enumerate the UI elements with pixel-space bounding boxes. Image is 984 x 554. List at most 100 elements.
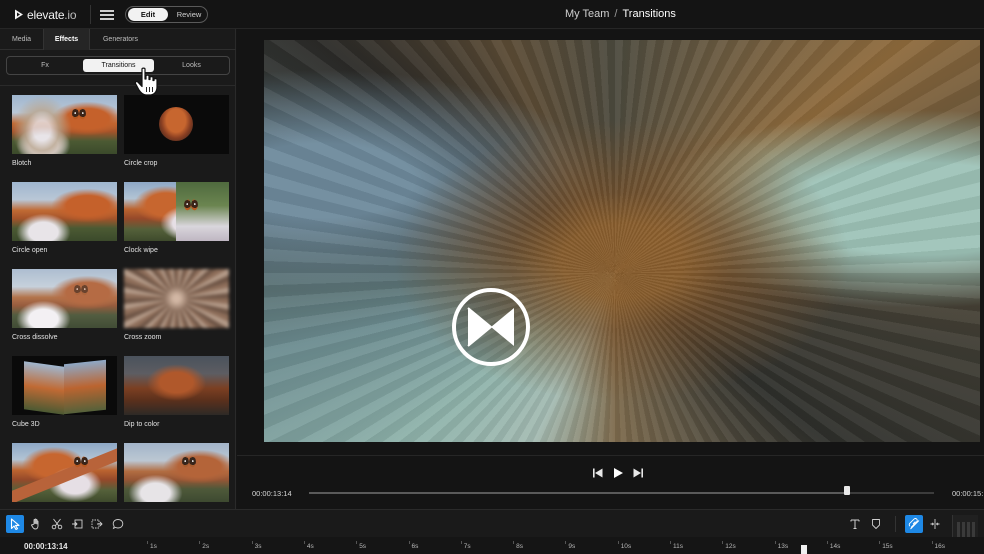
edit-mode-button[interactable]: Edit	[128, 8, 168, 21]
comment-icon	[112, 519, 124, 530]
ruler-tick-label: 6s	[408, 541, 419, 550]
transition-tile-cross-zoom[interactable]: Cross zoom	[124, 269, 229, 341]
transition-tile[interactable]	[12, 443, 117, 508]
transition-thumbnail	[124, 182, 229, 241]
text-tool-button[interactable]	[846, 515, 864, 533]
ruler-tick-label: 3s	[251, 541, 262, 550]
subtab-fx[interactable]: Fx	[9, 59, 81, 72]
hand-tool-button[interactable]	[27, 515, 45, 533]
timeline-playhead[interactable]	[801, 545, 807, 554]
play-icon[interactable]	[612, 467, 624, 479]
ruler-tick-label: 4s	[303, 541, 314, 550]
transition-label: Circle open	[12, 247, 48, 254]
logo-mark-icon	[15, 9, 23, 20]
transition-drop-target[interactable]	[452, 288, 530, 366]
tab-media[interactable]: Media	[0, 29, 43, 50]
timeline-ruler[interactable]: 00:00:13:14 1s 2s 3s 4s 5s 6s 7s 8s 9s 10s 11s 12s 1…	[0, 537, 984, 554]
transition-thumbnail	[12, 356, 117, 415]
magnet-icon	[908, 518, 920, 530]
breadcrumb-current-page: Transitions	[622, 8, 676, 20]
pointer-hand-cursor-icon	[134, 67, 158, 96]
current-timecode: 00:00:13:14	[252, 489, 292, 498]
trim-in-icon	[72, 519, 83, 529]
transition-label: Circle crop	[124, 160, 158, 167]
ruler-tick-label: 1s	[147, 541, 157, 550]
transition-thumbnail	[12, 95, 117, 154]
ruler-tick-label: 13s	[774, 541, 789, 550]
select-icon	[10, 518, 20, 530]
effect-category-tabs: Fx Transitions Looks	[6, 56, 230, 75]
divider	[90, 5, 91, 24]
snapping-toggle[interactable]	[905, 515, 923, 533]
timeline-toolbar	[0, 509, 984, 537]
review-mode-button[interactable]: Review	[171, 8, 207, 21]
transitions-grid: Blotch Circle crop Circle open Clock wip…	[0, 85, 236, 509]
ruler-tick-label: 16s	[931, 541, 945, 550]
transition-bowtie-icon	[467, 307, 514, 347]
top-bar: elevate.io Edit Review My Team / Transitio…	[0, 0, 984, 29]
breadcrumb: My Team / Transitions	[565, 8, 676, 20]
timeline-timecode: 00:00:13:14	[24, 542, 68, 551]
ruler-tick-label: 12s	[722, 541, 736, 550]
transition-tile-circle-crop[interactable]: Circle crop	[124, 95, 229, 167]
transition-tile-cube-3d[interactable]: Cube 3D	[12, 356, 117, 428]
ruler-tick-label: 8s	[513, 541, 523, 550]
transition-thumbnail	[124, 95, 229, 154]
transition-tile-circle-open[interactable]: Circle open	[12, 182, 117, 254]
skip-back-icon[interactable]	[592, 467, 604, 479]
video-viewer[interactable]	[264, 40, 980, 442]
marker-icon	[872, 519, 880, 529]
cut-icon	[51, 518, 63, 530]
subtab-looks[interactable]: Looks	[156, 59, 227, 72]
mode-toggle: Edit Review	[125, 6, 208, 23]
tab-effects[interactable]: Effects	[43, 29, 90, 50]
ruler-tick-label: 15s	[879, 541, 893, 550]
skip-forward-icon[interactable]	[632, 467, 644, 479]
logo-wordmark: elevate.io	[27, 7, 77, 22]
transition-thumbnail	[12, 182, 117, 241]
breadcrumb-separator: /	[614, 8, 618, 20]
transition-thumbnail	[12, 269, 117, 328]
transition-label: Cube 3D	[12, 421, 40, 428]
ruler-tick-label: 2s	[199, 541, 210, 550]
hamburger-menu-icon[interactable]	[100, 8, 114, 20]
transition-label: Blotch	[12, 160, 32, 167]
trim-out-icon	[91, 519, 103, 529]
preview-area	[237, 29, 984, 455]
transition-thumbnail	[124, 356, 229, 415]
transition-tile-cross-dissolve[interactable]: Cross dissolve	[12, 269, 117, 341]
duration-timecode: 00:00:15:	[952, 489, 984, 498]
ruler-tick-label: 7s	[460, 541, 471, 550]
playback-controls: 00:00:13:14 00:00:15:	[237, 455, 984, 509]
trim-out-tool-button[interactable]	[88, 515, 106, 533]
transition-thumbnail	[12, 443, 117, 502]
trim-in-tool-button[interactable]	[68, 515, 86, 533]
transition-tile-blotch[interactable]: Blotch	[12, 95, 117, 167]
hand-icon	[31, 518, 39, 530]
comment-tool-button[interactable]	[109, 515, 127, 533]
ruler-tick-label: 14s	[826, 541, 841, 550]
ruler-tick-label: 11s	[670, 541, 683, 550]
scrubber-track[interactable]	[309, 486, 934, 495]
ruler-tick-label: 9s	[565, 541, 576, 550]
transition-label: Dip to color	[124, 421, 160, 428]
text-icon	[850, 519, 860, 529]
tab-generators[interactable]: Generators	[90, 29, 151, 50]
scrubber-progress	[309, 492, 847, 494]
marker-tool-button[interactable]	[867, 515, 885, 533]
transition-tile-dip-to-color[interactable]: Dip to color	[124, 356, 229, 428]
app-logo[interactable]: elevate.io	[14, 7, 77, 22]
scrubber-handle[interactable]	[843, 486, 850, 495]
transition-tile[interactable]	[124, 443, 229, 508]
select-tool-button[interactable]	[6, 515, 24, 533]
transition-thumbnail	[124, 269, 229, 328]
transition-label: Cross zoom	[124, 334, 162, 341]
transition-tile-clock-wipe[interactable]: Clock wipe	[124, 182, 229, 254]
split-icon	[930, 519, 940, 529]
cut-tool-button[interactable]	[48, 515, 66, 533]
breadcrumb-team-link[interactable]: My Team	[565, 8, 609, 20]
transition-label: Clock wipe	[124, 247, 158, 254]
transition-thumbnail	[124, 443, 229, 502]
ruler-tick-label: 5s	[356, 541, 367, 550]
split-tool-button[interactable]	[926, 515, 944, 533]
